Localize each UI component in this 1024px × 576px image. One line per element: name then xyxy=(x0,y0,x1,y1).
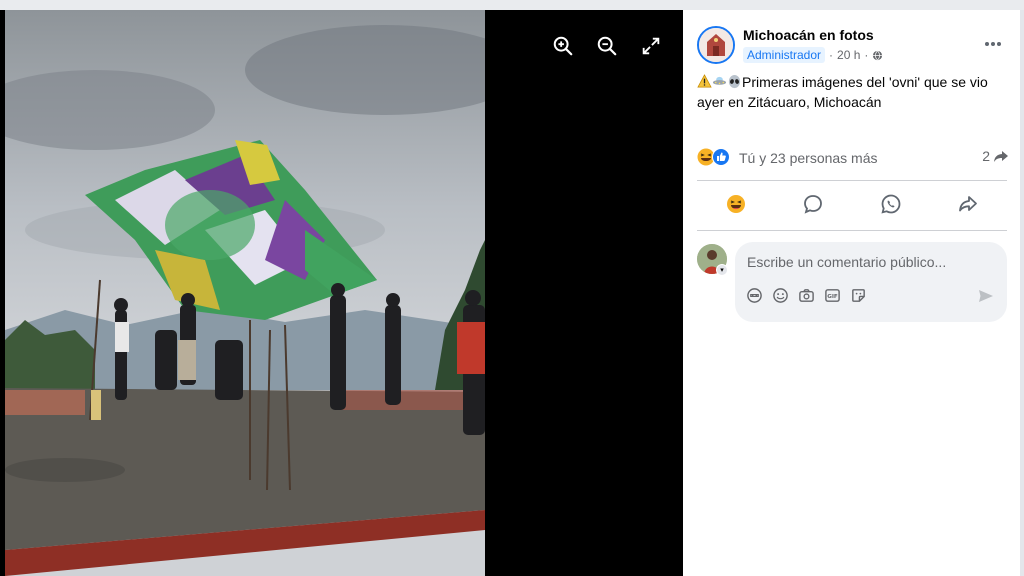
divider xyxy=(697,180,1007,181)
comment-tools: GIF xyxy=(745,286,867,304)
dot-icon xyxy=(991,42,995,46)
zoom-out-button[interactable] xyxy=(592,32,622,60)
meta-separator-2: · xyxy=(864,48,869,62)
comment-input[interactable] xyxy=(747,252,997,272)
zoom-in-button[interactable] xyxy=(548,32,578,60)
alien-emoji xyxy=(728,74,741,89)
viewer-toolbar xyxy=(548,32,666,60)
divider xyxy=(697,230,1007,231)
emoji-button[interactable] xyxy=(771,286,789,304)
reactions-summary[interactable]: Tú y 23 personas más xyxy=(739,150,878,166)
post-actions xyxy=(697,186,1007,222)
browser-top-strip xyxy=(0,0,1024,10)
comment-box: GIF xyxy=(735,242,1007,322)
caption-line-2: ayer en Zitácuaro, Michoacán xyxy=(697,94,882,110)
more-options-button[interactable] xyxy=(981,34,1005,54)
scrollbar-track[interactable] xyxy=(1020,10,1024,576)
reaction-icons[interactable] xyxy=(697,148,730,166)
share-count-number: 2 xyxy=(982,148,990,164)
emoji-icon xyxy=(772,287,788,303)
react-button[interactable] xyxy=(706,188,766,220)
post-time[interactable]: 20 h xyxy=(837,48,860,62)
ufo-emoji xyxy=(712,76,727,85)
laughing-face-icon xyxy=(726,195,745,213)
whatsapp-button[interactable] xyxy=(861,188,921,220)
chevron-down-icon[interactable]: ▾ xyxy=(716,264,728,276)
share-count[interactable]: 2 xyxy=(982,148,1009,164)
public-globe-icon xyxy=(873,50,883,60)
sticker-button[interactable] xyxy=(849,286,867,304)
send-icon[interactable] xyxy=(977,287,995,305)
post-details-panel: Michoacán en fotos Administrador · 20 h … xyxy=(683,10,1020,576)
dot-icon xyxy=(985,42,989,46)
gif-icon: GIF xyxy=(824,288,840,302)
meta-separator: · xyxy=(829,48,834,62)
svg-text:GIF: GIF xyxy=(827,293,838,299)
avatar-sticker-icon xyxy=(746,287,762,303)
post-meta: Administrador · 20 h · xyxy=(743,47,883,63)
post-header: Michoacán en fotos Administrador · 20 h … xyxy=(697,24,1009,68)
page-avatar[interactable] xyxy=(697,26,735,64)
post-caption: Primeras imágenes del 'ovni' que se vio … xyxy=(697,72,1007,112)
fullscreen-icon xyxy=(642,37,660,55)
post-photo[interactable] xyxy=(5,10,485,576)
dot-icon xyxy=(997,42,1001,46)
gif-button[interactable]: GIF xyxy=(823,286,841,304)
sticker-icon xyxy=(851,288,865,302)
page-name[interactable]: Michoacán en fotos xyxy=(743,27,874,43)
share-icon xyxy=(994,151,1008,162)
like-reaction-icon xyxy=(712,148,730,166)
camera-icon xyxy=(798,288,814,302)
avatar-sticker-button[interactable] xyxy=(745,286,763,304)
media-viewer xyxy=(0,10,683,576)
share-arrow-icon xyxy=(959,196,978,212)
warning-emoji xyxy=(697,74,712,88)
balloon-photo-illustration xyxy=(5,10,485,576)
comment-button[interactable] xyxy=(783,188,843,220)
zoom-out-icon xyxy=(597,36,617,56)
reactions-bar: Tú y 23 personas más 2 xyxy=(697,148,1009,168)
share-button[interactable] xyxy=(938,188,998,220)
speech-bubble-icon xyxy=(804,195,823,214)
photo-button[interactable] xyxy=(797,286,815,304)
fullscreen-button[interactable] xyxy=(636,32,666,60)
page-logo-icon xyxy=(699,28,733,62)
role-badge: Administrador xyxy=(743,47,826,63)
whatsapp-icon xyxy=(881,194,901,214)
zoom-in-icon xyxy=(553,36,573,56)
comment-composer: ▾ GIF xyxy=(697,242,1009,324)
caption-line-1: Primeras imágenes del 'ovni' que se vio xyxy=(742,74,988,90)
